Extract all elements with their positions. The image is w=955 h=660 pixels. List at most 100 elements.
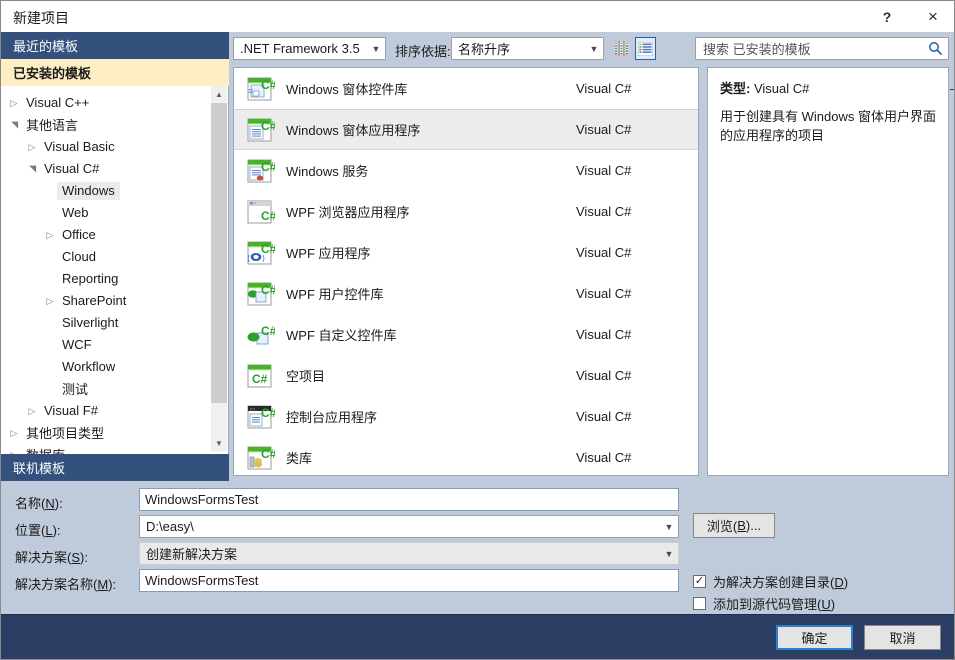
template-list-item[interactable]: C# WPF 用户控件库 Visual C#	[234, 273, 698, 314]
description-type-value: Visual C#	[753, 81, 810, 96]
tree-item[interactable]: Reporting	[1, 268, 211, 290]
solution-name-label-post: ):	[108, 577, 117, 592]
cancel-button[interactable]: 取消	[864, 625, 941, 650]
template-list-item[interactable]: ⌗ C# Windows 窗体控件库 Visual C#	[234, 68, 698, 109]
template-list-item[interactable]: C# Windows 服务 Visual C#	[234, 150, 698, 191]
template-list-item[interactable]: C# WPF 自定义控件库 Visual C#	[234, 314, 698, 355]
tree-item[interactable]: ▷ Visual Basic	[1, 136, 211, 158]
tree-item-label: Silverlight	[62, 315, 119, 330]
svg-text:C#: C#	[261, 209, 275, 223]
description-type-label: 类型:	[720, 81, 751, 96]
close-button[interactable]: ×	[910, 1, 954, 32]
list-view-button[interactable]	[635, 37, 656, 60]
tree-item[interactable]: Workflow	[1, 356, 211, 378]
template-list-item[interactable]: C# 类库 Visual C#	[234, 437, 698, 475]
chevron-right-icon[interactable]: ▷	[7, 444, 21, 454]
template-list-item[interactable]: C# WPF 浏览器应用程序 Visual C#	[234, 191, 698, 232]
create-directory-label-pre: 为解决方案创建目录(	[713, 575, 835, 590]
solution-combo[interactable]: 创建新解决方案 ▼	[139, 542, 679, 565]
svg-text:C#: C#	[261, 242, 275, 256]
ok-button[interactable]: 确定	[776, 625, 853, 650]
tree-item[interactable]: ▷ 其他项目类型	[1, 422, 211, 444]
wpf-app-icon: ⟨ ⟩C#	[247, 241, 275, 264]
chevron-down-icon[interactable]: ◢	[21, 162, 43, 176]
browse-label-post: )...	[745, 518, 762, 533]
template-list-item[interactable]: C:\ C# 控制台应用程序 Visual C#	[234, 396, 698, 437]
tree-item[interactable]: Web	[1, 202, 211, 224]
scroll-down-icon[interactable]: ▼	[211, 435, 227, 452]
template-icon-cell: C#	[234, 320, 286, 350]
create-directory-checkbox-row[interactable]: ✓ 为解决方案创建目录(D)	[693, 572, 848, 591]
chevron-right-icon[interactable]: ▷	[25, 136, 39, 158]
tree-scrollbar[interactable]: ▲ ▼	[211, 86, 227, 452]
chevron-down-icon: ▼	[664, 521, 674, 532]
template-list-item[interactable]: C# Windows 窗体应用程序 Visual C#	[234, 109, 698, 150]
sort-order-dropdown[interactable]: 名称升序 ▼	[451, 37, 604, 60]
chevron-right-icon[interactable]: ▷	[7, 422, 21, 444]
tree-item-label: Web	[62, 205, 89, 220]
framework-version-dropdown[interactable]: .NET Framework 3.5 ▼	[233, 37, 386, 60]
chevron-down-icon: ▼	[371, 43, 381, 54]
solution-name-input[interactable]: WindowsFormsTest	[139, 569, 679, 592]
help-button[interactable]: ?	[864, 1, 910, 32]
tree-item[interactable]: ▷ SharePoint	[1, 290, 211, 312]
sidebar-band-recent-label: 最近的模板	[13, 39, 79, 54]
template-description-panel: 类型: Visual C# 用于创建具有 Windows 窗体用户界面的应用程序…	[707, 67, 949, 476]
chevron-down-icon[interactable]: ◢	[3, 118, 25, 132]
source-control-checkbox-row[interactable]: 添加到源代码管理(U)	[693, 594, 835, 613]
svg-text:C#: C#	[261, 119, 275, 133]
console-app-icon: C:\ C#	[247, 405, 275, 428]
template-icon-cell: ⟨ ⟩ C#	[234, 238, 286, 268]
tree-item[interactable]: Silverlight	[1, 312, 211, 334]
tree-item[interactable]: 测试	[1, 378, 211, 400]
tree-item[interactable]: ▷数据库	[1, 444, 211, 454]
source-control-label-key: U	[821, 597, 831, 612]
scroll-up-icon[interactable]: ▲	[211, 86, 227, 103]
template-category-tree: ▷ Visual C++ ◢ 其他语言 ▷ Visual Basic ◢ Visual C# W…	[1, 86, 229, 454]
scrollbar-thumb[interactable]	[211, 103, 227, 403]
tree-item[interactable]: WCF	[1, 334, 211, 356]
project-location-combo[interactable]: D:\easy\ ▼	[139, 515, 679, 538]
clipped-background-link[interactable]: （	[950, 73, 954, 92]
sidebar-band-recent-templates[interactable]: 最近的模板	[1, 32, 229, 59]
tree-item[interactable]: Windows	[1, 180, 211, 202]
tree-item[interactable]: Cloud	[1, 246, 211, 268]
tree-item-label: 其他项目类型	[26, 426, 105, 441]
svg-text:⟨: ⟨	[247, 254, 250, 263]
create-directory-label-key: D	[834, 575, 844, 590]
source-control-checkbox[interactable]	[693, 597, 706, 610]
create-directory-checkbox[interactable]: ✓	[693, 575, 706, 588]
template-list-item[interactable]: ⟨ ⟩ C# WPF 应用程序 Visual C#	[234, 232, 698, 273]
winforms-app-icon: C#	[247, 118, 275, 141]
tree-item[interactable]: ▷ Visual F#	[1, 400, 211, 422]
medium-icons-view-icon	[614, 41, 629, 56]
sidebar-band-online-templates[interactable]: 联机模板	[1, 454, 229, 481]
chevron-right-icon[interactable]: ▷	[43, 224, 57, 246]
wpf-user-control-icon: C#	[247, 282, 275, 305]
chevron-right-icon[interactable]: ▷	[43, 290, 57, 312]
tree-item[interactable]: ◢ Visual C#	[1, 158, 211, 180]
template-name: WPF 浏览器应用程序	[286, 205, 410, 220]
chevron-right-icon[interactable]: ▷	[25, 400, 39, 422]
project-name-input[interactable]: WindowsFormsTest	[139, 488, 679, 511]
tree-item[interactable]: ◢ 其他语言	[1, 114, 211, 136]
medium-icons-view-button[interactable]	[611, 37, 632, 60]
template-language: Visual C#	[576, 163, 632, 178]
name-label-pre: 名称(	[15, 496, 46, 511]
wpf-browser-app-icon: C#	[247, 200, 275, 223]
tree-item[interactable]: ▷ Visual C++	[1, 92, 211, 114]
solution-value: 创建新解决方案	[146, 547, 238, 562]
search-box[interactable]: 搜索 已安装的模板	[695, 37, 949, 60]
template-name: WPF 应用程序	[286, 246, 371, 261]
search-input[interactable]: 搜索 已安装的模板	[696, 39, 922, 58]
template-list-item[interactable]: C# 空项目 Visual C#	[234, 355, 698, 396]
template-icon-cell: C#	[234, 156, 286, 186]
create-directory-label: 为解决方案创建目录(D)	[713, 572, 848, 591]
tree-item[interactable]: ▷ Office	[1, 224, 211, 246]
browse-button[interactable]: 浏览(B)...	[693, 513, 775, 538]
chevron-down-icon: ▼	[664, 548, 674, 559]
chevron-right-icon[interactable]: ▷	[7, 92, 21, 114]
search-icon[interactable]	[922, 41, 948, 56]
sidebar-band-installed-templates[interactable]: 已安装的模板	[1, 59, 229, 86]
empty-project-icon: C#	[247, 364, 272, 387]
